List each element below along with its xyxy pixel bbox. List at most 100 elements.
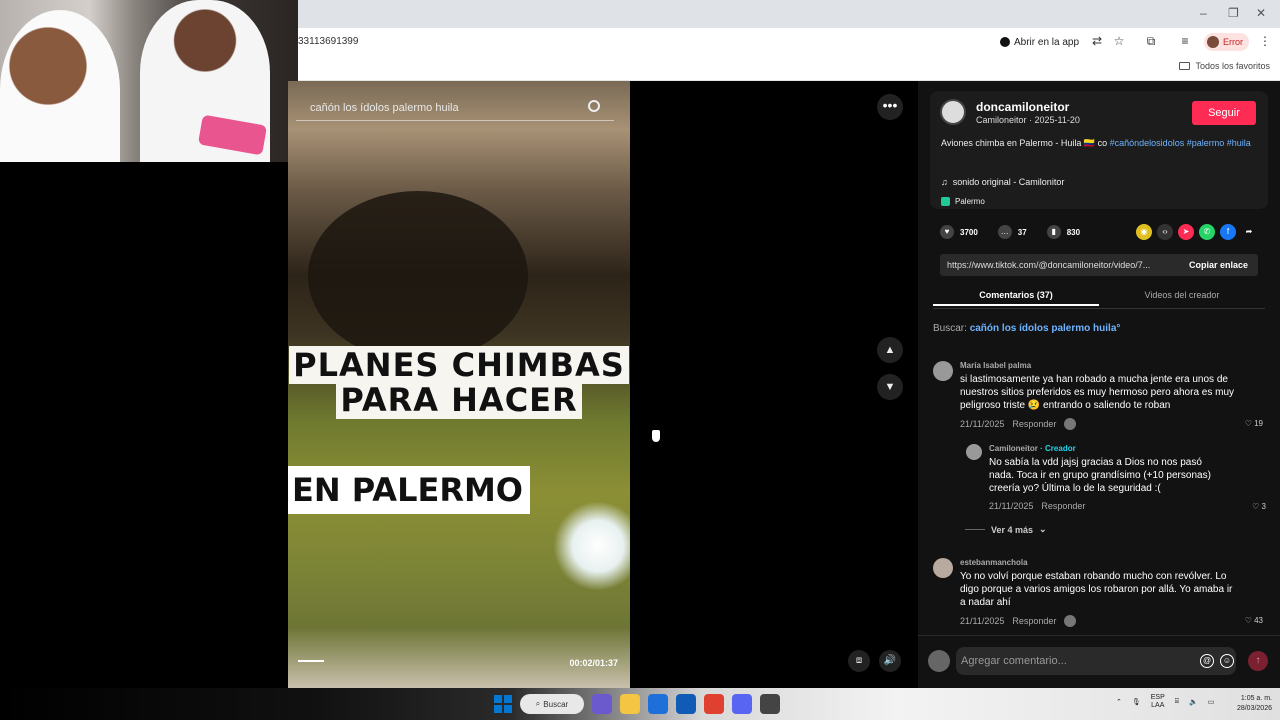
mouse-cursor — [652, 430, 660, 442]
view-more-replies-button[interactable]: Ver 4 más ⌄ — [965, 524, 1047, 535]
more-options-button[interactable]: ••• — [877, 94, 903, 120]
send-icon[interactable]: ➤ — [1178, 224, 1194, 240]
tab-creator-videos[interactable]: Videos del creador — [1099, 290, 1265, 300]
previous-video-button[interactable]: ▲ — [877, 337, 903, 363]
clock-date: 28/03/2026 — [1236, 705, 1272, 712]
reply-button[interactable]: Responder — [1041, 501, 1085, 511]
media-control-icon[interactable]: ≡ — [1178, 34, 1192, 48]
search-icon[interactable] — [588, 100, 600, 112]
embed-icon[interactable]: ‹› — [1157, 224, 1173, 240]
creator-avatar[interactable] — [966, 444, 982, 460]
sound-info[interactable]: ♫ sonido original - Camilonitor — [941, 177, 1064, 187]
author-name[interactable]: doncamiloneitor — [976, 100, 1069, 114]
url-text[interactable]: 33113691399 — [298, 36, 358, 47]
chevron-up-icon[interactable]: ⌃ — [1116, 698, 1122, 706]
browser-menu-icon[interactable]: ⋮ — [1258, 34, 1272, 48]
copy-link-button[interactable]: Copiar enlace — [1189, 260, 1248, 270]
commenter-name[interactable]: María Isabel palma — [960, 361, 1031, 370]
mention-icon[interactable]: @ — [1200, 654, 1214, 668]
author-avatar[interactable] — [940, 99, 966, 125]
bookmark-icon[interactable]: ▮ — [1046, 225, 1061, 239]
comment-like[interactable]: ♡ 43 — [1245, 616, 1263, 625]
all-bookmarks-label: Todos los favoritos — [1195, 61, 1270, 71]
comment-like-count: 43 — [1254, 616, 1263, 625]
volume-icon[interactable]: 🔊 — [879, 650, 901, 672]
cave-scene — [308, 191, 528, 361]
comment-icon[interactable]: … — [997, 225, 1012, 239]
language-indicator[interactable]: ESP LAA — [1151, 694, 1165, 710]
video-search-bar[interactable]: cañón los ídolos palermo huila — [296, 97, 614, 121]
commenter-name[interactable]: estebanmanchola — [960, 558, 1028, 567]
mail-icon[interactable] — [676, 694, 696, 714]
next-video-button[interactable]: ▼ — [877, 374, 903, 400]
obs-icon[interactable] — [760, 694, 780, 714]
clock-time: 1:05 a. m. — [1240, 695, 1272, 702]
chrome-icon[interactable] — [704, 694, 724, 714]
extensions-icon[interactable]: ⧉ — [1144, 34, 1158, 48]
whatsapp-icon[interactable]: ✆ — [1199, 224, 1215, 240]
taskbar-search[interactable]: ⌕ Buscar — [520, 694, 584, 714]
video-player[interactable]: cañón los ídolos palermo huila PLANES CH… — [288, 81, 630, 688]
reply-button[interactable]: Responder — [1012, 419, 1056, 429]
follow-button[interactable]: Seguir — [1192, 101, 1256, 125]
post-info-card: doncamiloneitor Camiloneitor · 2025-11-2… — [930, 91, 1268, 209]
store-icon[interactable] — [648, 694, 668, 714]
related-search-label: Buscar: — [933, 323, 967, 334]
translate-icon[interactable]: ⇄ — [1090, 34, 1104, 48]
description-hashtags[interactable]: #cañóndelosidolos #palermo #huila — [1110, 138, 1251, 148]
taskbar-search-label: Buscar — [543, 699, 569, 709]
windows-start-icon[interactable] — [494, 695, 512, 713]
creator-badge: · Creador — [1040, 444, 1076, 453]
copilot-icon[interactable] — [592, 694, 612, 714]
bookmark-star-icon[interactable]: ☆ — [1112, 34, 1126, 48]
commenter-avatar[interactable] — [933, 558, 953, 578]
reply-button[interactable]: Responder — [1012, 616, 1056, 626]
reply-author[interactable]: Camiloneitor · Creador — [989, 444, 1076, 453]
file-explorer-icon[interactable] — [620, 694, 640, 714]
share-buttons: ◉ ‹› ➤ ✆ f ➦ — [1136, 224, 1257, 240]
all-bookmarks-button[interactable]: Todos los favoritos — [1179, 61, 1270, 71]
reply-item: Camiloneitor · Creador No sabía la vdd j… — [966, 444, 1266, 514]
sound-label: sonido original - Camilonitor — [952, 177, 1065, 187]
related-search-query[interactable]: cañón los ídolos palermo huila — [970, 323, 1117, 334]
heart-icon[interactable]: ♥ — [940, 225, 954, 239]
emoji-icon[interactable]: ☺ — [1220, 654, 1234, 668]
repost-icon[interactable]: ◉ — [1136, 224, 1152, 240]
open-in-app-button[interactable]: Abrir en la app — [1000, 34, 1079, 50]
video-progress-bar[interactable] — [298, 660, 324, 662]
system-clock[interactable]: 1:05 a. m. 28/03/2026 — [1237, 694, 1272, 714]
tab-comments[interactable]: Comentarios (37) — [933, 290, 1099, 306]
reply-like[interactable]: ♡ 3 — [1252, 502, 1266, 511]
view-more-label: Ver 4 más — [991, 524, 1034, 535]
profile-error-button[interactable]: Error — [1204, 33, 1249, 51]
comment-meta: 21/11/2025 Responder — [960, 615, 1077, 627]
commenter-avatar[interactable] — [933, 361, 953, 381]
share-arrow-icon[interactable]: ➦ — [1241, 224, 1257, 240]
comment-like[interactable]: ♡ 19 — [1245, 419, 1263, 428]
video-link[interactable]: https://www.tiktok.com/@doncamiloneitor/… — [947, 260, 1175, 270]
comment-date: 21/11/2025 — [960, 616, 1005, 626]
engagement-stats: ♥ 3700 … 37 ▮ 830 — [940, 224, 1100, 240]
reply-date: 21/11/2025 — [989, 501, 1034, 511]
floating-player-icon[interactable]: ⧈ — [848, 650, 870, 672]
microphone-icon[interactable]: 🎙 — [1132, 698, 1141, 706]
search-icon[interactable]: ° — [1116, 323, 1120, 334]
send-comment-button[interactable]: ↑ — [1248, 651, 1268, 671]
minimize-icon[interactable]: – — [1200, 6, 1207, 20]
comment-input-box[interactable]: @ ☺ — [956, 647, 1236, 675]
overlay-line-3: EN PALERMO — [288, 466, 530, 514]
comment-input[interactable] — [956, 647, 1186, 675]
address-bar[interactable]: 33113691399 Abrir en la app ⇄ ☆ ⧉ ≡ Erro… — [298, 28, 1280, 56]
close-icon[interactable]: ✕ — [1256, 6, 1266, 20]
volume-icon[interactable]: 🔈 — [1189, 698, 1198, 706]
network-icon[interactable]: ⌸ — [1175, 698, 1179, 706]
copy-link-box: https://www.tiktok.com/@doncamiloneitor/… — [940, 254, 1258, 276]
system-tray: ⌃ 🎙 ESP LAA ⌸ 🔈 ▭ — [1116, 694, 1214, 710]
my-avatar — [928, 650, 950, 672]
discord-icon[interactable] — [732, 694, 752, 714]
location-icon — [941, 197, 950, 206]
maximize-icon[interactable]: ❐ — [1228, 6, 1239, 20]
battery-icon[interactable]: ▭ — [1208, 698, 1215, 706]
location-tag[interactable]: Palermo — [941, 197, 985, 206]
facebook-icon[interactable]: f — [1220, 224, 1236, 240]
